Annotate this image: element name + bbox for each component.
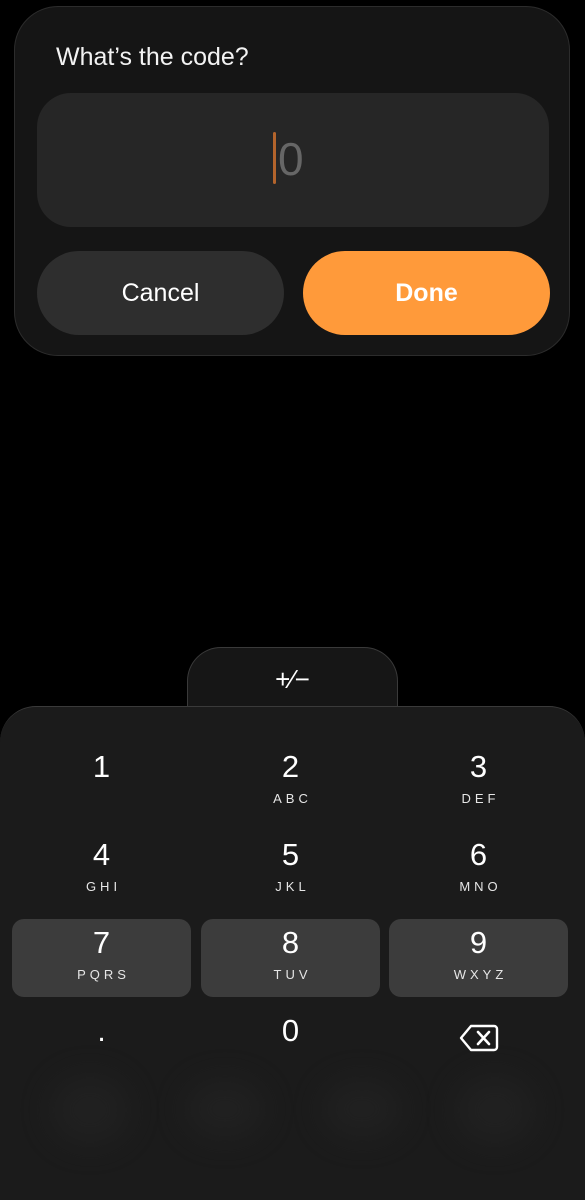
key-5[interactable]: 5 JKL xyxy=(201,831,380,909)
key-9[interactable]: 9 WXYZ xyxy=(389,919,568,997)
numeric-keypad: 1 2 ABC 3 DEF 4 GHI 5 JKL 6 MNO 7 PQRS 8 xyxy=(0,706,585,1200)
screen: What’s the code? 0 Cancel Done +∕− 1 2 A… xyxy=(0,0,585,1200)
background-blur xyxy=(50,1075,130,1145)
dialog-title: What’s the code? xyxy=(56,43,249,71)
key-letters: GHI xyxy=(85,879,122,894)
done-button[interactable]: Done xyxy=(303,251,550,335)
cancel-button[interactable]: Cancel xyxy=(37,251,284,335)
key-digit: 3 xyxy=(469,749,488,784)
sign-toggle-button[interactable]: +∕− xyxy=(187,647,398,713)
key-letters: TUV xyxy=(273,967,312,982)
text-caret xyxy=(273,132,276,184)
key-7[interactable]: 7 PQRS xyxy=(12,919,191,997)
plus-minus-label: +∕− xyxy=(275,664,310,694)
key-1[interactable]: 1 xyxy=(12,743,191,821)
code-dialog: What’s the code? 0 Cancel Done xyxy=(14,6,570,356)
key-digit: 9 xyxy=(469,925,488,960)
key-8[interactable]: 8 TUV xyxy=(201,919,380,997)
key-digit: 8 xyxy=(281,925,300,960)
key-6[interactable]: 6 MNO xyxy=(389,831,568,909)
delete-key[interactable] xyxy=(389,1007,568,1085)
key-0[interactable]: 0 xyxy=(201,1007,380,1085)
key-letters: JKL xyxy=(275,879,310,894)
background-blur xyxy=(322,1079,402,1139)
key-digit: 7 xyxy=(92,925,111,960)
background-blur xyxy=(185,1079,265,1139)
key-letters: MNO xyxy=(459,879,502,894)
code-value: 0 xyxy=(278,133,304,185)
key-4[interactable]: 4 GHI xyxy=(12,831,191,909)
key-digit: 5 xyxy=(281,837,300,872)
key-digit: 2 xyxy=(281,749,300,784)
key-digit: 6 xyxy=(469,837,488,872)
key-letters: ABC xyxy=(273,791,312,806)
key-2[interactable]: 2 ABC xyxy=(201,743,380,821)
key-letters: WXYZ xyxy=(453,967,508,982)
key-decimal[interactable]: . xyxy=(12,1007,191,1085)
key-digit: . xyxy=(97,1015,106,1048)
key-digit: 4 xyxy=(92,837,111,872)
key-letters: DEF xyxy=(461,791,500,806)
key-digit: 0 xyxy=(281,1013,300,1048)
background-blur xyxy=(455,1075,535,1145)
key-letters: PQRS xyxy=(77,967,130,982)
code-input[interactable]: 0 xyxy=(37,93,549,227)
key-digit: 1 xyxy=(92,749,111,784)
backspace-icon xyxy=(459,1024,498,1052)
key-3[interactable]: 3 DEF xyxy=(389,743,568,821)
